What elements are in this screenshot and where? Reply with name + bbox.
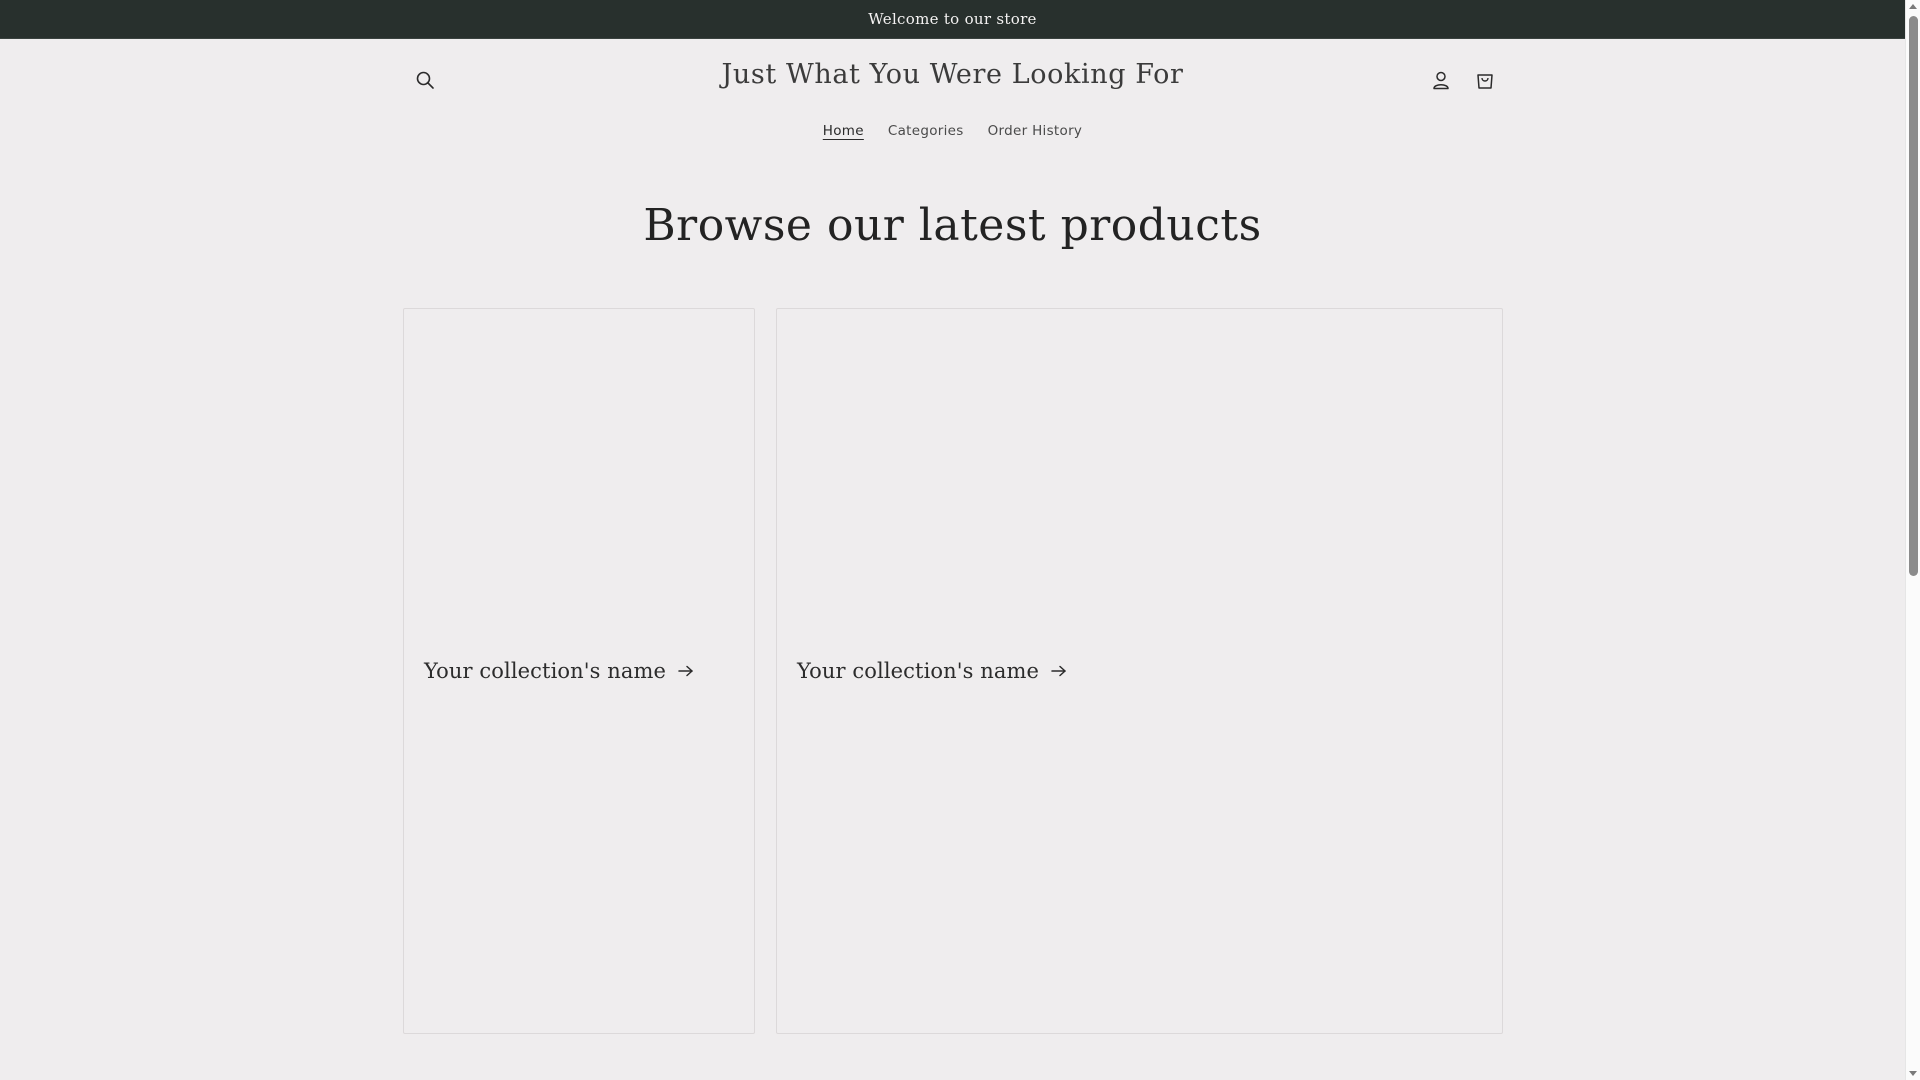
nav-item-home[interactable]: Home — [811, 123, 876, 139]
store-title[interactable]: Just What You Were Looking For — [0, 59, 1905, 90]
cart-button[interactable] — [1465, 60, 1505, 100]
section-heading: Browse our latest products — [643, 200, 1262, 251]
collection-link[interactable]: Your collection's name — [424, 659, 694, 683]
collection-card[interactable]: Your collection's name — [403, 308, 755, 1034]
account-button[interactable] — [1421, 60, 1461, 100]
arrow-right-icon — [1051, 665, 1066, 677]
scrollbar-thumb[interactable] — [1909, 16, 1918, 576]
collection-title[interactable]: Your collection's name — [424, 659, 666, 683]
collection-title[interactable]: Your collection's name — [797, 659, 1039, 683]
announcement-text: Welcome to our store — [868, 10, 1037, 28]
announcement-bar: Welcome to our store — [0, 0, 1905, 39]
nav-item-categories[interactable]: Categories — [876, 123, 976, 139]
vertical-scrollbar[interactable] — [1905, 0, 1920, 1080]
site-header: Just What You Were Looking For Home Cate… — [0, 39, 1905, 161]
main-nav: Home Categories Order History — [0, 123, 1905, 139]
scroll-up-arrow-icon[interactable] — [1909, 4, 1917, 9]
user-icon — [1433, 71, 1449, 90]
collection-card[interactable]: Your collection's name — [776, 308, 1503, 1034]
collection-link[interactable]: Your collection's name — [797, 659, 1067, 683]
shopping-bag-icon — [1477, 74, 1493, 89]
scroll-down-arrow-icon[interactable] — [1909, 1071, 1917, 1076]
arrow-right-icon — [678, 665, 693, 677]
nav-item-order-history[interactable]: Order History — [976, 123, 1095, 139]
page: Welcome to our store Just What You Were … — [0, 0, 1905, 1080]
